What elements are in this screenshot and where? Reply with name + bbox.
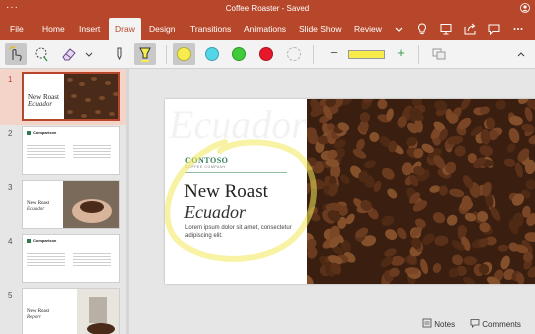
pen-icon <box>117 47 122 61</box>
thumb-subtitle: Ecuador <box>27 207 45 212</box>
account-icon[interactable] <box>520 3 530 13</box>
comments-button[interactable]: Comments <box>470 318 521 332</box>
slide-thumbnail-preview: New Roast Ecuador <box>22 180 120 229</box>
thumb-text-lines <box>27 143 65 159</box>
toolbar-divider <box>166 45 167 64</box>
hands-with-beans-photo <box>63 181 119 228</box>
lasso-icon <box>35 47 48 62</box>
comment-icon <box>470 319 480 328</box>
slide-thumbnail-2[interactable]: 2 Comparison <box>0 123 126 179</box>
current-slide[interactable]: Ecuador CONTOSO COFFEE COMPANY New Roast… <box>165 99 535 284</box>
slide-number: 2 <box>8 129 13 138</box>
slide-thumbnail-3[interactable]: 3 New Roast Ecuador <box>0 177 126 233</box>
pen-button[interactable] <box>108 43 130 65</box>
tab-slide-show[interactable]: Slide Show <box>293 18 348 40</box>
slide-number: 5 <box>8 291 13 300</box>
stroke-thinner-button[interactable]: − <box>323 43 345 65</box>
slide-thumbnail-preview: Comparison <box>22 126 120 175</box>
notes-label: Notes <box>434 320 456 329</box>
tab-transitions[interactable]: Transitions <box>184 18 237 40</box>
present-icon[interactable] <box>439 22 453 36</box>
slide-thumbnail-preview: New Roast Ecuador <box>22 72 120 121</box>
draw-toolbar: − + <box>0 40 535 69</box>
toolbar-divider <box>313 45 314 64</box>
thumb-subtitle: Report <box>27 315 41 320</box>
lightbulb-icon[interactable] <box>415 22 429 36</box>
thumbnail-scrollbar[interactable] <box>126 69 129 334</box>
eraser-icon <box>62 48 76 61</box>
thumb-accent <box>27 239 31 243</box>
coffee-equipment-photo <box>77 289 119 334</box>
chevron-down-icon <box>85 52 93 57</box>
coffee-beans-photo <box>64 74 118 119</box>
color-swatch-red[interactable] <box>259 47 273 61</box>
slide-number: 3 <box>8 183 13 192</box>
tab-design[interactable]: Design <box>143 18 181 40</box>
notes-icon <box>422 318 432 328</box>
collapse-ribbon-button[interactable] <box>514 43 528 65</box>
chevron-up-icon <box>517 52 525 57</box>
comments-label: Comments <box>482 320 521 329</box>
comments-icon[interactable] <box>487 22 501 36</box>
slide-thumbnail-5[interactable]: 5 New Roast Report <box>0 285 126 334</box>
thumb-title: Comparison <box>33 130 57 135</box>
ink-to-shape-icon <box>432 48 446 60</box>
ribbon-tab-bar: File Home Insert Draw Design Transitions… <box>0 18 535 40</box>
thumb-text-lines <box>27 251 65 267</box>
finger-draw-icon <box>9 46 22 62</box>
thumb-text-lines <box>73 251 111 267</box>
status-bar: Notes Comments <box>130 315 535 334</box>
more-options-icon[interactable] <box>511 22 525 36</box>
color-swatch-yellow[interactable] <box>177 47 191 61</box>
tab-home[interactable]: Home <box>36 18 71 40</box>
touch-draw-button[interactable] <box>5 43 27 65</box>
thumb-title: Comparison <box>33 238 57 243</box>
eraser-dropdown[interactable] <box>82 43 96 65</box>
lasso-select-button[interactable] <box>30 43 52 65</box>
slide-thumbnail-pane: 1 New Roast Ecuador 2 Comparison 3 New R… <box>0 69 130 334</box>
window-title: Coffee Roaster - Saved <box>225 4 310 13</box>
slide-number: 1 <box>8 75 13 84</box>
tab-animations[interactable]: Animations <box>238 18 292 40</box>
thumb-accent <box>27 131 31 135</box>
highlighter-ink-annotation[interactable] <box>165 99 535 284</box>
tab-file[interactable]: File <box>4 18 30 40</box>
tab-draw[interactable]: Draw <box>109 18 141 40</box>
thumb-subtitle: Ecuador <box>28 100 53 108</box>
slide-thumbnail-4[interactable]: 4 Comparison <box>0 231 126 287</box>
color-swatch-green[interactable] <box>232 47 246 61</box>
tab-insert[interactable]: Insert <box>73 18 106 40</box>
title-bar: ··· Coffee Roaster - Saved <box>0 0 535 18</box>
stroke-width-preview <box>348 50 385 59</box>
more-tabs-chevron-icon[interactable] <box>392 22 406 36</box>
stroke-thicker-button[interactable]: + <box>390 43 412 65</box>
ink-to-shape-button[interactable] <box>428 43 450 65</box>
toolbar-divider <box>418 45 419 64</box>
color-swatch-custom[interactable] <box>287 47 301 61</box>
slide-number: 4 <box>8 237 13 246</box>
color-swatch-cyan[interactable] <box>205 47 219 61</box>
highlighter-button[interactable] <box>134 43 156 65</box>
slide-editing-canvas[interactable]: Ecuador CONTOSO COFFEE COMPANY New Roast… <box>130 69 535 315</box>
slide-thumbnail-preview: Comparison <box>22 234 120 283</box>
thumb-title: New Roast <box>27 201 50 206</box>
tab-review[interactable]: Review <box>348 18 388 40</box>
notes-button[interactable]: Notes <box>422 318 455 332</box>
slide-thumbnail-1[interactable]: 1 New Roast Ecuador <box>0 69 126 125</box>
slide-thumbnail-preview: New Roast Report <box>22 288 120 334</box>
thumb-text-lines <box>73 143 111 159</box>
thumb-title: New Roast <box>27 309 50 314</box>
share-icon[interactable] <box>463 22 477 36</box>
highlighter-icon <box>139 47 151 62</box>
eraser-button[interactable] <box>58 43 80 65</box>
